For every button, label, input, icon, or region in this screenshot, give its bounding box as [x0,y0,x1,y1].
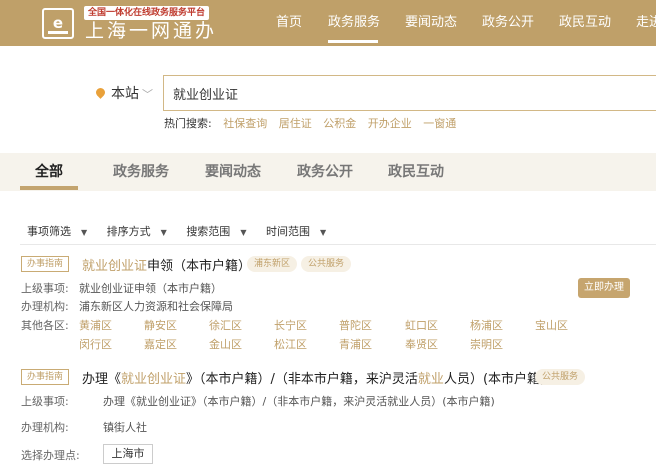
district-link[interactable]: 青浦区 [339,336,372,352]
site-label: 选择办理点: [21,449,80,462]
top-header: e 全国一体化在线政务服务平台 上海一网通办 首页 政务服务 要闻动态 政务公开… [0,0,656,46]
filter-item-range[interactable]: 搜索范围 ▼ [186,225,254,238]
site-selector[interactable]: 上海市 [103,444,153,464]
logo-title[interactable]: 上海一网通办 [85,20,217,42]
filter-bar: 事项筛选 ▼ 排序方式 ▼ 搜索范围 ▼ 时间范围 ▼ [27,223,342,239]
filter-item-scope[interactable]: 事项筛选 ▼ [27,225,95,238]
district-link[interactable]: 静安区 [144,317,177,333]
caret-down-icon: ▼ [81,228,88,237]
result-title[interactable]: 就业创业证申领（本市户籍） [82,255,251,274]
nav-item-home[interactable]: 首页 [276,0,302,46]
result-tag: 公共服务 [535,369,586,385]
parent-item-value: 办理《就业创业证》（本市户籍）/（非本市户籍，来沪灵活就业人员）(本市户籍) [103,395,495,408]
hot-search-link[interactable]: 公积金 [323,117,356,130]
district-link[interactable]: 闵行区 [79,336,112,352]
tab-services[interactable]: 政务服务 [113,153,169,191]
result-type-badge: 办事指南 [21,256,70,272]
district-link[interactable]: 黄浦区 [79,317,112,333]
tab-news[interactable]: 要闻动态 [205,153,261,191]
org-label: 办理机构: [21,421,69,434]
result-tag: 公共服务 [301,256,352,272]
chevron-down-icon: ﹀ [142,88,153,101]
result-tabs: 全部 政务服务 要闻动态 政务公开 政民互动 [0,153,656,191]
other-districts-label: 其他各区: [21,319,69,332]
logo-emblem-icon[interactable]: e [42,8,74,39]
caret-down-icon: ▼ [319,228,327,237]
hot-search-link[interactable]: 社保查询 [223,117,267,130]
district-link[interactable]: 崇明区 [470,336,503,352]
district-link[interactable]: 长宁区 [274,317,307,333]
district-link[interactable]: 徐汇区 [209,317,242,333]
district-link[interactable]: 松江区 [274,336,307,352]
hot-search-label: 热门搜索: [164,117,212,130]
district-link[interactable]: 奉贤区 [405,336,438,352]
hot-search-link[interactable]: 居住证 [279,117,312,130]
hot-search-link[interactable]: 一窗通 [423,117,456,130]
result-title[interactable]: 办理《就业创业证》（本市户籍）/（非本市户籍，来沪灵活就业人员）(本市户籍) [82,368,545,387]
nav-item-news[interactable]: 要闻动态 [405,0,457,46]
tab-active-indicator [20,186,78,190]
district-link[interactable]: 嘉定区 [144,336,177,352]
result-type-badge: 办事指南 [21,369,70,385]
district-link[interactable]: 宝山区 [535,317,568,333]
search-box[interactable] [163,75,656,111]
org-value: 镇街人社 [103,421,147,434]
tab-disclosure[interactable]: 政务公开 [297,153,353,191]
district-link[interactable]: 金山区 [209,336,242,352]
caret-down-icon: ▼ [240,228,247,237]
nav-item-disclosure[interactable]: 政务公开 [482,0,534,46]
search-input[interactable] [164,76,644,110]
org-label: 办理机构: [21,300,69,313]
parent-item-label: 上级事项: [21,395,69,408]
filter-item-time[interactable]: 时间范围 ▼ [266,225,334,238]
tab-interaction[interactable]: 政民互动 [388,153,444,191]
hot-search-link[interactable]: 开办企业 [368,117,412,130]
location-pin-icon [94,86,107,99]
parent-item-label: 上级事项: [21,282,69,295]
nav-active-indicator [328,40,378,43]
parent-item-value: 就业创业证申领（本市户籍） [79,282,222,295]
district-link[interactable]: 虹口区 [405,317,438,333]
nav-item-more[interactable]: 走进 [636,0,656,46]
hot-searches: 热门搜索: 社保查询 居住证 公积金 开办企业 一窗通 [164,115,456,131]
org-value: 浦东新区人力资源和社会保障局 [79,300,233,313]
location-selector[interactable]: 本站 ﹀ [94,84,153,104]
logo-subtitle: 全国一体化在线政务服务平台 [84,6,210,20]
nav-item-interaction[interactable]: 政民互动 [559,0,611,46]
district-link[interactable]: 普陀区 [339,317,372,333]
location-label: 本站 [111,86,139,102]
result-tag: 浦东新区 [247,256,298,272]
divider [20,244,656,245]
district-link[interactable]: 杨浦区 [470,317,503,333]
apply-now-button[interactable]: 立即办理 [578,278,630,298]
filter-item-sort[interactable]: 排序方式 ▼ [107,225,175,238]
caret-down-icon: ▼ [160,228,167,237]
